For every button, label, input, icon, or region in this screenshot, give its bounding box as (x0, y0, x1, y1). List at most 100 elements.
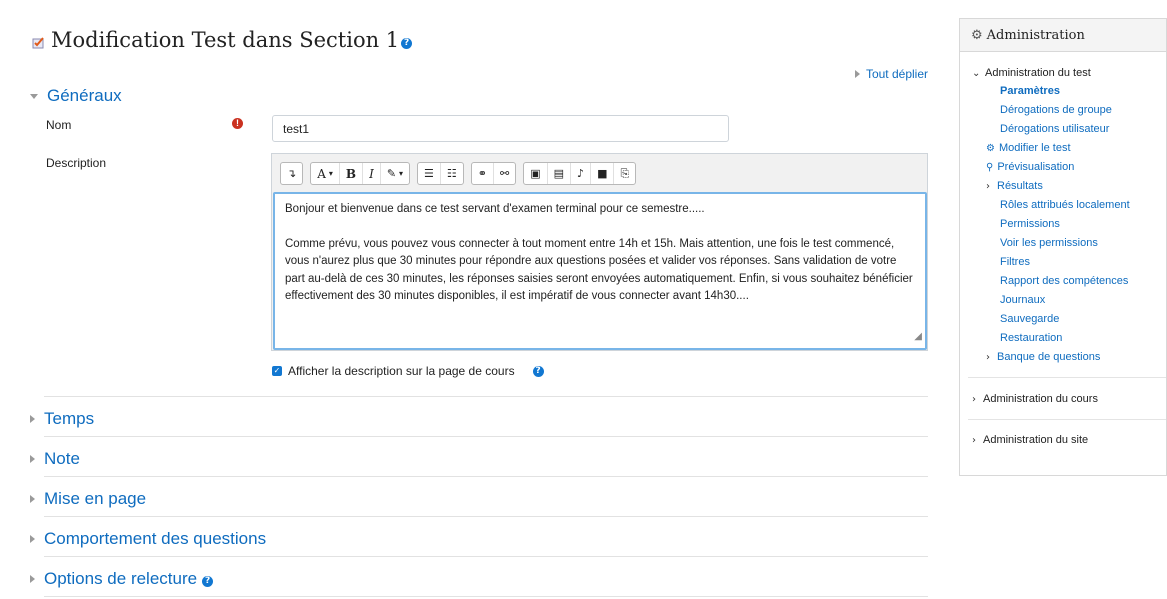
section-divider (44, 396, 928, 397)
resize-handle-icon[interactable]: ◢ (914, 328, 922, 346)
link-icon[interactable]: ⚭ (472, 163, 495, 184)
nav-divider (968, 377, 1166, 378)
caret-right-icon (854, 70, 860, 78)
bullet-list-icon[interactable]: ☰ (418, 163, 441, 184)
section-layout-label: Mise en page (44, 489, 147, 508)
nav-label: Modifier le test (998, 142, 1071, 154)
caret-right-icon (30, 575, 35, 583)
expand-all-link[interactable]: Tout déplier (854, 67, 928, 81)
caret-right-icon (30, 495, 35, 503)
nav-label: Résultats (997, 180, 1043, 192)
section-grade[interactable]: Note (30, 449, 80, 469)
caret-down-icon (30, 93, 38, 99)
nav-item-filters[interactable]: Filtres (1000, 256, 1030, 268)
nav-item-backup[interactable]: Sauvegarde (1000, 313, 1059, 325)
section-layout[interactable]: Mise en page (30, 489, 146, 509)
paragraph-style-glyph: ✎ (386, 167, 397, 180)
nav-item-check-permissions[interactable]: Voir les permissions (1000, 237, 1098, 249)
nav-site-administration[interactable]: › Administration du site (970, 434, 1088, 446)
magnifier-icon: ⚲ (986, 161, 994, 173)
section-divider (44, 436, 928, 437)
toolbar-group-lists: ☰ ☷ (417, 162, 464, 185)
page-title: Modification Test dans Section 1 ? (32, 28, 413, 52)
nav-item-local-roles[interactable]: Rôles attribués localement (1000, 199, 1130, 211)
caret-right-icon (30, 415, 35, 423)
nav-item-results[interactable]: › Résultats (984, 180, 1043, 192)
name-label: Nom (46, 118, 72, 132)
unlink-icon[interactable]: ⚯ (494, 163, 515, 184)
name-field[interactable] (272, 115, 729, 142)
chevron-right-icon: › (986, 180, 990, 192)
numbered-list-icon[interactable]: ☷ (441, 163, 463, 184)
section-question-behaviour[interactable]: Comportement des questions (30, 529, 266, 549)
description-editor: ↴ A ▾ B I ✎ ▾ ☰ ☷ ⚭ ⚯ ▣ ▤ ♪ ■ ⎘ Bonjour … (271, 153, 928, 351)
nav-label: Banque de questions (997, 351, 1101, 363)
section-timing-label: Temps (44, 409, 95, 428)
chevron-right-icon: › (972, 434, 976, 446)
section-timing[interactable]: Temps (30, 409, 94, 429)
nav-item-settings[interactable]: Paramètres (1000, 85, 1060, 97)
nav-item-logs[interactable]: Journaux (1000, 294, 1045, 306)
video-icon[interactable]: ■ (591, 163, 615, 184)
nav-item-group-overrides[interactable]: Dérogations de groupe (1000, 104, 1112, 116)
section-divider (44, 516, 928, 517)
files-icon[interactable]: ⎘ (614, 163, 635, 184)
nav-item-question-bank[interactable]: › Banque de questions (984, 351, 1100, 363)
description-textarea[interactable]: Bonjour et bienvenue dans ce test servan… (273, 192, 927, 350)
bold-icon[interactable]: B (340, 163, 364, 184)
media-icon[interactable]: ▤ (548, 163, 572, 184)
chevron-right-icon: › (986, 351, 990, 363)
chevron-right-icon: › (972, 393, 976, 405)
font-color-icon[interactable]: A ▾ (311, 163, 340, 184)
nav-course-administration[interactable]: › Administration du cours (970, 393, 1098, 405)
show-description-row: ✓ Afficher la description sur la page de… (272, 364, 544, 378)
nav-divider (968, 419, 1166, 420)
chevron-down-icon: ▾ (399, 169, 404, 178)
gears-icon: ⚙ (971, 27, 983, 43)
caret-right-icon (30, 455, 35, 463)
collapse-icon[interactable]: ↴ (281, 163, 302, 184)
section-review-options[interactable]: Options de relecture ? (30, 569, 214, 589)
nav-label: Administration du site (983, 434, 1089, 446)
nav-quiz-administration[interactable]: ⌄ Administration du test (972, 67, 1091, 79)
administration-block: ⚙ Administration ⌄ Administration du tes… (959, 18, 1167, 476)
toolbar-group-collapse: ↴ (280, 162, 304, 185)
nav-label: Administration du test (985, 67, 1091, 79)
italic-icon[interactable]: I (363, 163, 381, 184)
paragraph-style-icon[interactable]: ✎ ▾ (381, 163, 409, 184)
section-question-behaviour-label: Comportement des questions (44, 529, 267, 548)
nav-item-restore[interactable]: Restauration (1000, 332, 1062, 344)
quiz-icon (32, 36, 44, 48)
administration-title: Administration (986, 27, 1085, 43)
chevron-down-icon: ⌄ (972, 67, 981, 79)
required-icon: ! (232, 118, 243, 129)
page-title-text: Modification Test dans Section 1 (51, 28, 400, 52)
section-divider (44, 596, 928, 597)
font-color-glyph: A (317, 166, 326, 181)
nav-item-user-overrides[interactable]: Dérogations utilisateur (1000, 123, 1109, 135)
section-divider (44, 476, 928, 477)
administration-header: ⚙ Administration (960, 19, 1166, 52)
nav-item-preview[interactable]: ⚲ Prévisualisation (986, 161, 1074, 173)
image-icon[interactable]: ▣ (524, 163, 548, 184)
nav-item-competency-report[interactable]: Rapport des compétences (1000, 275, 1128, 287)
nav-item-permissions[interactable]: Permissions (1000, 218, 1060, 230)
description-paragraph: Comme prévu, vous pouvez vous connecter … (285, 237, 913, 303)
help-icon[interactable]: ? (532, 365, 544, 377)
microphone-icon[interactable]: ♪ (571, 163, 592, 184)
nav-label: Prévisualisation (997, 161, 1075, 173)
help-icon[interactable]: ? (401, 37, 413, 49)
show-description-checkbox[interactable]: ✓ (272, 366, 282, 376)
editor-toolbar: ↴ A ▾ B I ✎ ▾ ☰ ☷ ⚭ ⚯ ▣ ▤ ♪ ■ ⎘ (280, 162, 643, 185)
section-general[interactable]: Généraux (30, 86, 122, 106)
nav-item-edit-quiz[interactable]: ⚙ Modifier le test (986, 142, 1071, 154)
section-general-label: Généraux (47, 86, 122, 105)
section-divider (44, 556, 928, 557)
description-paragraph: Bonjour et bienvenue dans ce test servan… (285, 203, 705, 215)
main-content: Modification Test dans Section 1 ? Tout … (0, 0, 940, 599)
description-label: Description (46, 156, 107, 170)
help-icon[interactable]: ? (202, 575, 214, 587)
chevron-down-icon: ▾ (328, 169, 333, 178)
nav-label: Administration du cours (983, 393, 1098, 405)
expand-all-label: Tout déplier (865, 67, 928, 81)
